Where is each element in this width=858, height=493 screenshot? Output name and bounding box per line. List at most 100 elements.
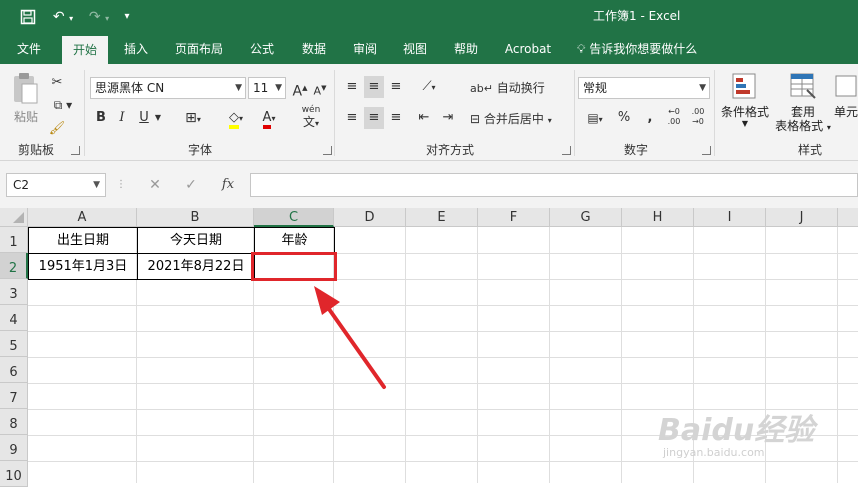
chevron-down-icon: ▼ xyxy=(235,83,242,93)
save-icon[interactable] xyxy=(18,7,38,27)
paste-button[interactable]: 粘贴 xyxy=(10,72,42,132)
merge-center-button[interactable]: ⊟ 合并后居中 ▾ xyxy=(470,108,552,130)
row-header-3[interactable]: 3 xyxy=(0,279,28,305)
underline-button[interactable]: U xyxy=(136,107,152,129)
orientation-icon[interactable]: ⟋▾ xyxy=(414,76,444,98)
tell-me-search[interactable]: 💡︎ 告诉我你想要做什么 xyxy=(577,34,697,64)
insert-function-button[interactable]: fx xyxy=(216,173,240,197)
format-as-table-button[interactable]: 套用 表格格式 ▾ xyxy=(772,72,834,140)
cell-a1[interactable]: 出生日期 xyxy=(28,227,138,254)
group-divider xyxy=(574,70,575,156)
column-header-d[interactable]: D xyxy=(334,208,406,227)
column-header-g[interactable]: G xyxy=(550,208,622,227)
align-left-icon[interactable]: ≡ xyxy=(342,107,362,129)
format-as-table-icon xyxy=(790,73,816,99)
align-top-icon[interactable]: ≡ xyxy=(342,76,362,98)
chevron-down-icon: ▼ xyxy=(699,83,706,93)
font-color-button[interactable]: A▾ xyxy=(254,107,284,129)
wrap-text-button[interactable]: ab↵ 自动换行 xyxy=(470,77,545,99)
cell-c1[interactable]: 年龄 xyxy=(254,227,335,254)
comma-style-icon[interactable]: , xyxy=(640,107,660,129)
row-header-9[interactable]: 9 xyxy=(0,435,28,461)
decrease-indent-icon[interactable]: ⇤ xyxy=(414,107,434,129)
red-arrow-annotation xyxy=(314,286,386,389)
wrap-text-icon: ab↵ xyxy=(470,82,493,95)
italic-button[interactable]: I xyxy=(114,107,130,129)
column-header-partial xyxy=(838,208,858,227)
undo-icon[interactable]: ↶ ▾ xyxy=(48,7,78,27)
row-header-4[interactable]: 4 xyxy=(0,305,28,331)
decrease-decimal-icon[interactable]: .00 →0 xyxy=(688,107,708,129)
lightbulb-icon: 💡︎ xyxy=(577,42,586,56)
align-center-icon[interactable]: ≡ xyxy=(364,107,384,129)
format-painter-icon[interactable]: 🖌︎ xyxy=(48,118,66,140)
conditional-formatting-button[interactable]: 条件格式 ▼ xyxy=(718,72,772,140)
tab-insert[interactable]: 插入 xyxy=(114,34,158,64)
borders-icon[interactable]: ⊞▾ xyxy=(178,107,208,129)
row-header-5[interactable]: 5 xyxy=(0,331,28,357)
font-name-select[interactable]: 思源黑体 CN ▼ xyxy=(90,77,246,99)
group-divider xyxy=(714,70,715,156)
column-header-c[interactable]: C xyxy=(254,208,334,227)
font-group-label: 字体 xyxy=(187,143,212,157)
row-header-7[interactable]: 7 xyxy=(0,383,28,409)
cut-icon[interactable]: ✂ xyxy=(48,72,66,94)
redo-icon[interactable]: ↷ ▾ xyxy=(84,7,114,27)
tab-data[interactable]: 数据 xyxy=(292,34,336,64)
row-header-6[interactable]: 6 xyxy=(0,357,28,383)
cell-styles-button[interactable]: 单元 xyxy=(834,72,858,140)
tab-home[interactable]: 开始 xyxy=(62,36,108,64)
align-right-icon[interactable]: ≡ xyxy=(386,107,406,129)
row-header-2[interactable]: 2 xyxy=(0,253,28,279)
font-size-select[interactable]: 11 ▼ xyxy=(248,77,286,99)
enter-icon[interactable]: ✓ xyxy=(180,173,202,197)
column-header-e[interactable]: E xyxy=(406,208,478,227)
cancel-icon[interactable]: ✕ xyxy=(144,173,166,197)
cell-b2[interactable]: 2021年8月22日 xyxy=(137,253,255,280)
column-header-a[interactable]: A xyxy=(28,208,137,227)
title-bar: ↶ ▾ ↷ ▾ ▾ 工作簿1 - Excel xyxy=(0,0,858,34)
accounting-format-icon[interactable]: ▤▾ xyxy=(580,107,610,129)
column-header-f[interactable]: F xyxy=(478,208,550,227)
font-launcher-icon[interactable] xyxy=(323,146,332,155)
row-header-1[interactable]: 1 xyxy=(0,227,28,253)
customize-qat-icon[interactable]: ▾ xyxy=(120,7,134,27)
copy-icon[interactable]: ⧉ ▾ xyxy=(48,94,78,116)
align-middle-icon[interactable]: ≡ xyxy=(364,76,384,98)
row-header-8[interactable]: 8 xyxy=(0,409,28,435)
chevron-down-icon: ▼ xyxy=(275,83,282,93)
group-divider xyxy=(334,70,335,156)
chevron-down-icon[interactable]: ▼ xyxy=(152,107,164,129)
cell-a2[interactable]: 1951年1月3日 xyxy=(28,253,138,280)
tab-view[interactable]: 视图 xyxy=(393,34,437,64)
increase-decimal-icon[interactable]: ←0.00 xyxy=(664,107,684,129)
decrease-font-icon[interactable]: A▼ xyxy=(312,77,328,99)
column-header-j[interactable]: J xyxy=(766,208,838,227)
more-options-icon: ⋮ xyxy=(116,179,126,190)
column-header-i[interactable]: I xyxy=(694,208,766,227)
name-box[interactable]: C2 ▼ xyxy=(6,173,106,197)
row-header-10[interactable]: 10 xyxy=(0,461,28,487)
column-header-h[interactable]: H xyxy=(622,208,694,227)
tab-acrobat[interactable]: Acrobat xyxy=(500,34,556,64)
percent-style-button[interactable]: % xyxy=(614,107,634,129)
clipboard-launcher-icon[interactable] xyxy=(71,146,80,155)
tab-review[interactable]: 审阅 xyxy=(343,34,387,64)
align-bottom-icon[interactable]: ≡ xyxy=(386,76,406,98)
column-header-b[interactable]: B xyxy=(137,208,254,227)
number-format-select[interactable]: 常规 ▼ xyxy=(578,77,710,99)
cell-b1[interactable]: 今天日期 xyxy=(137,227,255,254)
tab-file[interactable]: 文件 xyxy=(4,34,54,64)
formula-input[interactable] xyxy=(250,173,858,197)
select-all-button[interactable] xyxy=(0,208,28,227)
alignment-launcher-icon[interactable] xyxy=(562,146,571,155)
tab-page-layout[interactable]: 页面布局 xyxy=(166,34,232,64)
increase-font-icon[interactable]: A▲ xyxy=(292,77,308,100)
tab-formulas[interactable]: 公式 xyxy=(240,34,284,64)
phonetic-guide-button[interactable]: wén 文▾ xyxy=(296,104,326,128)
bold-button[interactable]: B xyxy=(92,107,110,129)
number-launcher-icon[interactable] xyxy=(702,146,711,155)
tab-help[interactable]: 帮助 xyxy=(444,34,488,64)
fill-color-icon[interactable]: ◇▾ xyxy=(222,107,250,129)
increase-indent-icon[interactable]: ⇥ xyxy=(438,107,458,129)
